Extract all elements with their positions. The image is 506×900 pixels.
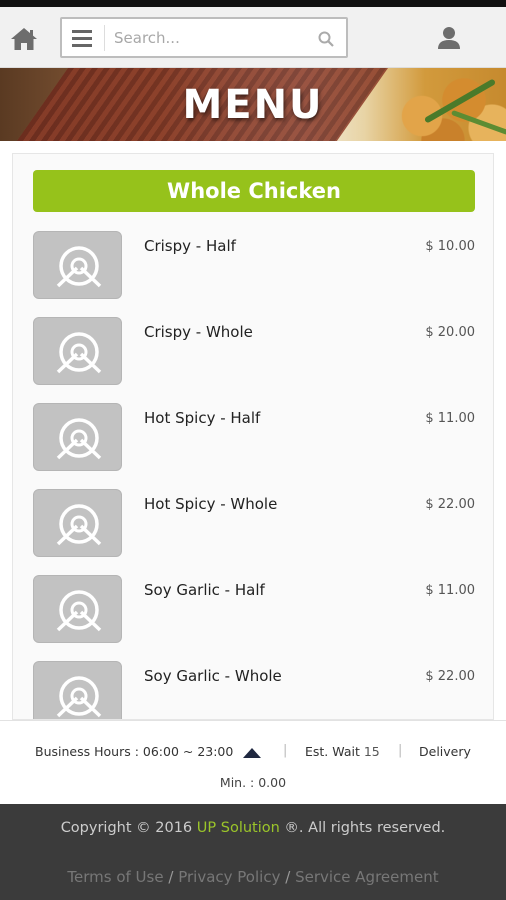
est-wait: Est. Wait 15: [305, 744, 380, 759]
search-icon[interactable]: [318, 31, 334, 47]
menu-item[interactable]: Soy Garlic - Half $ 11.00: [33, 575, 475, 645]
menu-item[interactable]: Hot Spicy - Whole $ 22.00: [33, 489, 475, 559]
status-bar: [0, 0, 506, 7]
dish-thumbnail: [33, 231, 122, 299]
menu-item-name: Crispy - Half: [144, 237, 236, 255]
dish-thumbnail: [33, 403, 122, 471]
service-agreement-link[interactable]: Service Agreement: [295, 868, 439, 886]
dish-thumbnail: [33, 489, 122, 557]
est-wait-label: Est. Wait: [305, 744, 360, 759]
menu-item-name: Soy Garlic - Whole: [144, 667, 282, 685]
category-header[interactable]: Whole Chicken: [33, 170, 475, 212]
dish-placeholder-icon: [56, 246, 102, 288]
menu-list-panel: Whole Chicken Crispy - Half $ 10.00 Cris…: [12, 153, 494, 720]
est-wait-value: 15: [363, 744, 380, 759]
menu-item-price: $ 22.00: [425, 669, 475, 684]
home-icon: [11, 28, 37, 50]
delivery-label: Delivery: [419, 744, 471, 759]
menu-item[interactable]: Soy Garlic - Whole $ 22.00: [33, 661, 475, 719]
site-footer: Copyright © 2016 UP Solution ®. All righ…: [0, 804, 506, 900]
link-separator: /: [168, 868, 174, 886]
user-account-button[interactable]: [436, 25, 462, 51]
header: [0, 7, 506, 68]
business-hours: Business Hours : 06:00 ~ 23:00: [35, 744, 234, 759]
menu-item-price: $ 11.00: [425, 583, 475, 598]
store-info-bar: Business Hours : 06:00 ~ 23:00 | Est. Wa…: [0, 720, 506, 804]
privacy-policy-link[interactable]: Privacy Policy: [178, 868, 280, 886]
menu-item-name: Hot Spicy - Whole: [144, 495, 278, 513]
menu-item[interactable]: Hot Spicy - Half $ 11.00: [33, 403, 475, 473]
banner-title: MENU: [182, 82, 324, 128]
copyright-text: Copyright © 2016 UP Solution ®. All righ…: [0, 820, 506, 836]
dish-thumbnail: [33, 661, 122, 719]
brand-link[interactable]: UP Solution: [197, 820, 280, 836]
dish-thumbnail: [33, 575, 122, 643]
dish-placeholder-icon: [56, 504, 102, 546]
dish-placeholder-icon: [56, 590, 102, 632]
terms-of-use-link[interactable]: Terms of Use: [67, 868, 163, 886]
menu-item-price: $ 20.00: [425, 325, 475, 340]
dish-placeholder-icon: [56, 418, 102, 460]
hamburger-menu-icon[interactable]: [72, 29, 94, 47]
search-bar: [60, 17, 348, 58]
menu-item-name: Soy Garlic - Half: [144, 581, 265, 599]
menu-item-price: $ 11.00: [425, 411, 475, 426]
copyright-prefix: Copyright © 2016: [60, 820, 197, 836]
copyright-suffix: ®. All rights reserved.: [279, 820, 446, 836]
menu-item[interactable]: Crispy - Half $ 10.00: [33, 231, 475, 301]
link-separator: /: [285, 868, 291, 886]
menu-banner: MENU: [0, 68, 506, 141]
search-divider: [104, 25, 105, 51]
dish-placeholder-icon: [56, 332, 102, 374]
menu-item-price: $ 22.00: [425, 497, 475, 512]
info-separator: |: [283, 743, 288, 758]
dish-thumbnail: [33, 317, 122, 385]
menu-item-price: $ 10.00: [425, 239, 475, 254]
home-button[interactable]: [8, 25, 40, 53]
delivery-minimum: Min. : 0.00: [219, 775, 287, 790]
menu-item-name: Crispy - Whole: [144, 323, 253, 341]
footer-links: Terms of Use / Privacy Policy / Service …: [0, 868, 506, 886]
user-icon: [438, 27, 460, 49]
search-input[interactable]: [114, 26, 314, 50]
menu-item[interactable]: Crispy - Whole $ 20.00: [33, 317, 475, 387]
info-separator: |: [398, 743, 403, 758]
arrow-up-icon[interactable]: [243, 748, 261, 758]
menu-item-name: Hot Spicy - Half: [144, 409, 261, 427]
dish-placeholder-icon: [56, 676, 102, 718]
